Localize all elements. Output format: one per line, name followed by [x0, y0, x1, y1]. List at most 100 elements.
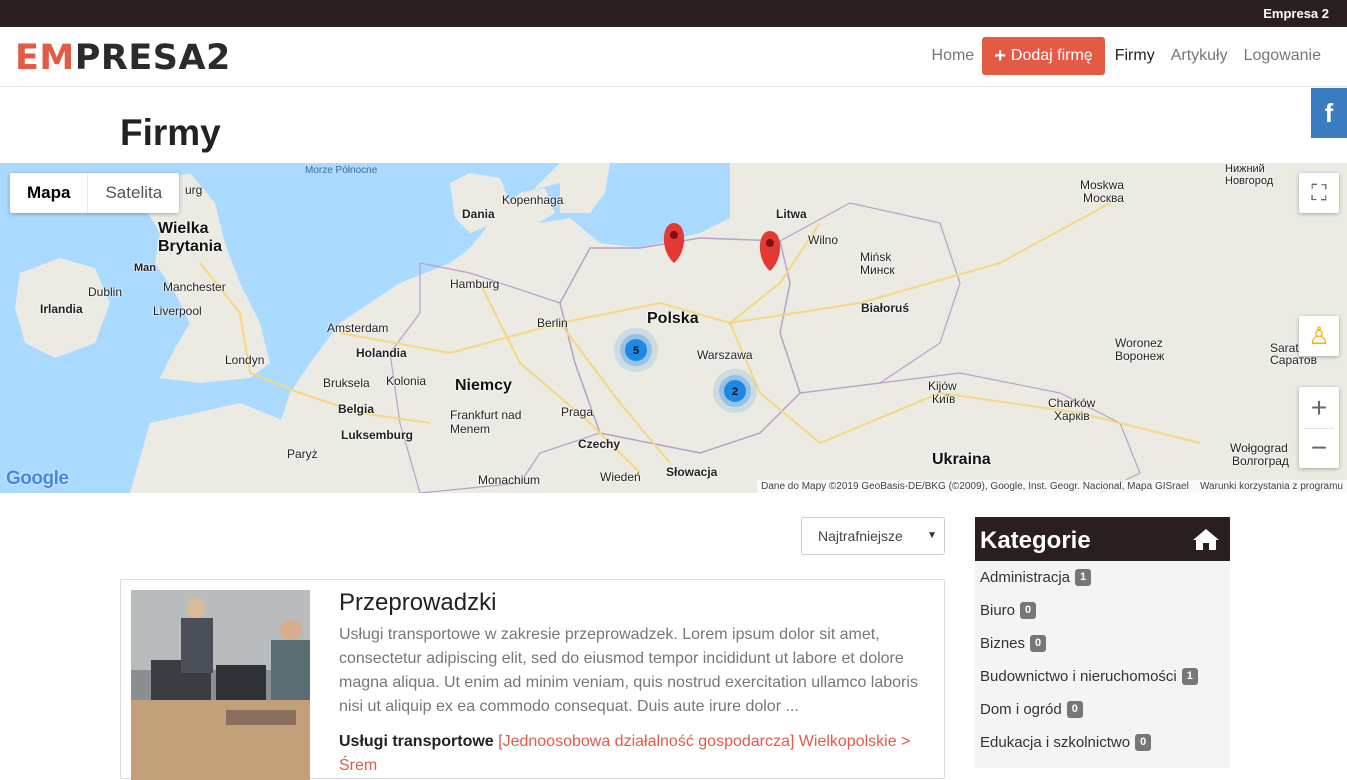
category-item[interactable]: Dom i ogród 0 [980, 701, 1083, 718]
categories-list: Administracja 1 Biuro 0 Biznes 0 Budownictw… [975, 561, 1230, 768]
map-label: Woronez [1115, 336, 1163, 350]
top-bar: Empresa 2 [0, 0, 1347, 27]
map-label: Belgia [338, 402, 375, 416]
zoom-control: + − [1299, 387, 1339, 468]
company-card[interactable]: Przeprowadzki Usługi transportowe w zakr… [120, 579, 945, 780]
logo[interactable]: EMPRESA2 [15, 39, 231, 77]
map-label: Ukraina [932, 451, 991, 468]
map-type-map-button[interactable]: Mapa [10, 173, 89, 213]
map-label: Минск [860, 263, 895, 277]
navbar: EMPRESA2 Home + Dodaj firmę Firmy Artykuł… [0, 27, 1347, 87]
map-label: Niemcy [455, 377, 512, 394]
map-label: Frankfurt nad Menem [450, 408, 522, 436]
map-label: Litwa [776, 207, 807, 221]
zoom-out-icon[interactable]: − [1304, 427, 1334, 468]
category-item[interactable]: Budownictwo i nieruchomości 1 [980, 668, 1198, 685]
land-scandinavia [560, 163, 610, 213]
cluster-5[interactable]: 5 [614, 328, 658, 372]
nav-login[interactable]: Logowanie [1236, 47, 1329, 65]
map-label: Charków [1048, 396, 1096, 410]
map-label: Liverpool [153, 304, 202, 318]
map-label: Berlin [537, 316, 568, 330]
count-badge: 0 [1030, 635, 1047, 652]
site-name: Empresa 2 [1263, 6, 1329, 21]
category-item[interactable]: Biuro 0 [980, 602, 1037, 619]
map-label: Londyn [225, 353, 265, 367]
count-badge: 0 [1020, 602, 1037, 619]
company-meta: Usługi transportowe [Jednoosobowa działa… [339, 730, 929, 778]
map-type-satellite-button[interactable]: Satelita [88, 173, 179, 213]
map-label: Moskwa [1080, 178, 1125, 192]
company-description: Usługi transportowe w zakresie przeprowa… [339, 626, 918, 715]
map-label: Mińsk [860, 250, 892, 264]
map-label: Bruksela [323, 376, 370, 390]
map-label: Kijów [928, 379, 957, 393]
map-label: Manchester [163, 280, 226, 294]
company-category[interactable]: Usługi transportowe [339, 733, 494, 750]
sort-select[interactable]: Najtrafniejsze ▼ [801, 517, 945, 555]
pegman-icon[interactable]: ♙ [1299, 316, 1339, 356]
map-label: Polska [647, 310, 699, 327]
map-label: Man [134, 262, 156, 274]
page-title: Firmy [120, 112, 221, 153]
zoom-in-icon[interactable]: + [1311, 388, 1327, 428]
map-label: Dania [462, 207, 495, 221]
plus-icon: + [994, 45, 1006, 67]
map-label: Wiedeń [600, 470, 641, 484]
map-label: Morze Północne [305, 165, 378, 176]
add-company-button[interactable]: + Dodaj firmę [982, 37, 1105, 75]
map-label: Amsterdam [327, 321, 389, 335]
category-item[interactable]: Administracja 1 [980, 569, 1092, 586]
map-terms-link[interactable]: Warunki korzystania z programu [1200, 481, 1343, 492]
nav-articles[interactable]: Artykuły [1163, 47, 1236, 65]
home-icon[interactable] [1192, 527, 1220, 558]
map-label: Paryż [287, 447, 318, 461]
map-label: Luksemburg [341, 428, 414, 442]
caret-down-icon: ▼ [927, 530, 937, 541]
cluster-count: 2 [732, 386, 738, 398]
map-label: Wołgograd [1230, 441, 1288, 455]
main-nav: Home + Dodaj firmę Firmy Artykuły Logowan… [924, 37, 1329, 75]
map-label: Słowacja [666, 465, 718, 479]
company-image[interactable] [131, 590, 310, 780]
map-label: Białoruś [861, 301, 910, 315]
facebook-icon[interactable]: f [1311, 88, 1347, 138]
map-attribution: Dane do Mapy ©2019 GeoBasis-DE/BKG (©200… [757, 480, 1347, 493]
fullscreen-icon[interactable]: ⛶ [1299, 173, 1339, 213]
count-badge: 0 [1135, 734, 1152, 751]
map-label: Kopenhaga [502, 193, 564, 207]
company-title[interactable]: Przeprowadzki [339, 589, 496, 617]
map-label: Irlandia [40, 302, 83, 316]
map-label: Київ [932, 392, 956, 406]
map-label: Харків [1054, 409, 1090, 423]
map-label: Wilno [808, 233, 839, 247]
count-badge: 0 [1066, 701, 1083, 718]
map-label: Monachium [478, 473, 541, 487]
map-label: Holandia [356, 346, 407, 360]
map-label: Wielka Brytania [158, 220, 223, 255]
nav-companies[interactable]: Firmy [1107, 47, 1163, 65]
nav-home[interactable]: Home [924, 47, 983, 65]
map-label: Czechy [578, 437, 621, 451]
map-label: Москва [1083, 191, 1124, 205]
cluster-2[interactable]: 2 [713, 369, 757, 413]
map[interactable]: 5 2 Mapa Satelita Morze Północne urg Dan… [0, 163, 1347, 493]
map-label: Warszawa [697, 348, 753, 362]
category-item[interactable]: Biznes 0 [980, 635, 1047, 652]
map-label: Нижний Новгород [1225, 163, 1274, 187]
map-label: urg [185, 183, 203, 197]
count-badge: 1 [1075, 569, 1092, 586]
map-label: Praga [561, 405, 594, 419]
categories-header: Kategorie [975, 517, 1230, 561]
map-label: Hamburg [450, 277, 500, 291]
map-label: Волгоград [1232, 454, 1289, 468]
map-canvas: 5 2 [15, 163, 1347, 493]
map-type-control: Mapa Satelita [10, 173, 180, 213]
google-logo[interactable]: Google [6, 468, 69, 490]
map-label: Воронеж [1115, 349, 1165, 363]
map-label: Dublin [88, 285, 123, 299]
map-label: Kolonia [386, 374, 427, 388]
cluster-count: 5 [633, 345, 639, 357]
count-badge: 1 [1181, 668, 1198, 685]
category-item[interactable]: Edukacja i szkolnictwo 0 [980, 734, 1152, 751]
